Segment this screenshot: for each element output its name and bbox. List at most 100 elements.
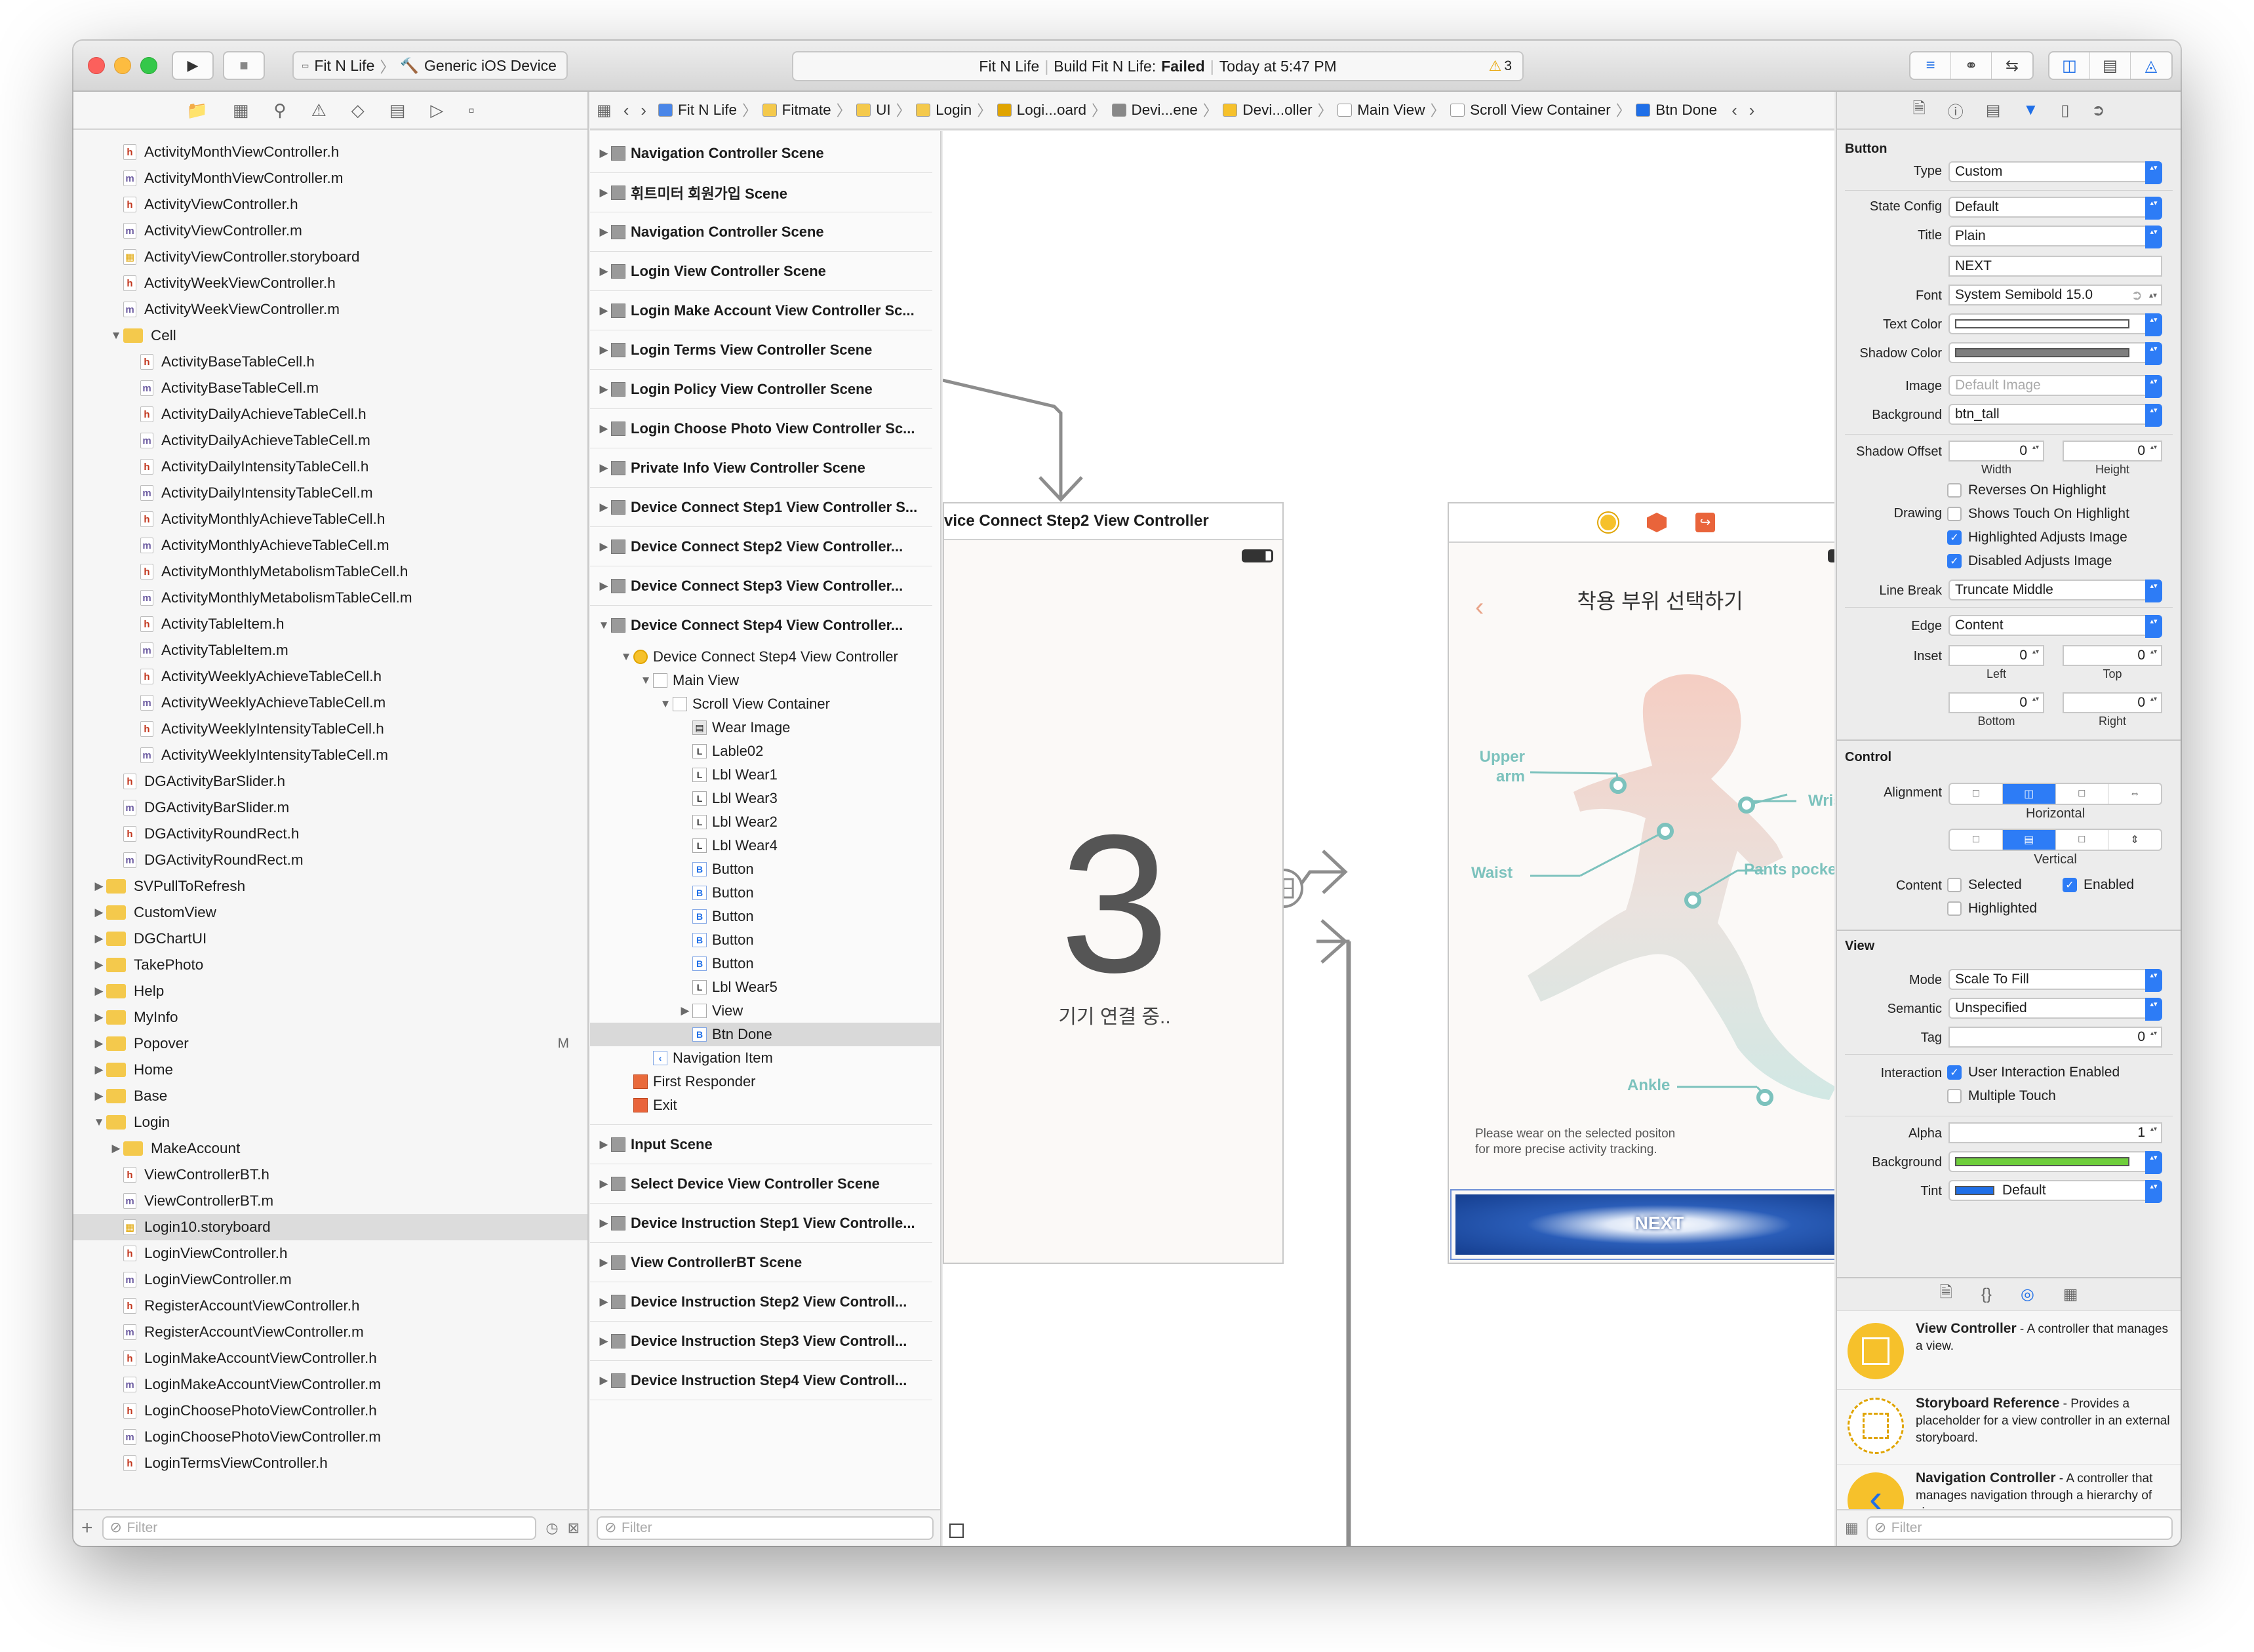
outline-scene[interactable]: ▶ Device Instruction Step1 View Controlle… <box>590 1204 932 1243</box>
file-row[interactable]: h ActivityMonthViewController.h <box>73 139 587 165</box>
disclosure-open-icon[interactable]: ▼ <box>658 698 673 711</box>
file-row[interactable]: m ActivityWeekViewController.m <box>73 296 587 323</box>
step2-scene[interactable]: vice Connect Step2 View Controller 3 기기 … <box>943 502 1284 1264</box>
outline-node[interactable]: Exit <box>590 1093 940 1117</box>
file-row[interactable]: m ActivityTableItem.m <box>73 637 587 663</box>
run-button[interactable]: ▶ <box>172 51 214 80</box>
file-row[interactable]: m ActivityBaseTableCell.m <box>73 375 587 401</box>
standard-editor-icon[interactable]: ≡ <box>1910 52 1951 79</box>
connections-inspector-icon[interactable]: ➲ <box>2091 101 2105 120</box>
outline-node[interactable]: ‹ Navigation Item <box>590 1046 940 1070</box>
file-row[interactable]: m ActivityWeeklyAchieveTableCell.m <box>73 690 587 716</box>
outline-node[interactable]: L Lbl Wear2 <box>590 810 940 834</box>
disclosure-closed-icon[interactable]: ▶ <box>597 186 611 199</box>
file-row[interactable]: h ActivityTableItem.h <box>73 611 587 637</box>
file-row[interactable]: m LoginMakeAccountViewController.m <box>73 1371 587 1398</box>
jump-bar-item[interactable]: UI 〉 <box>856 100 911 121</box>
file-row[interactable]: h ActivityWeeklyAchieveTableCell.h <box>73 663 587 690</box>
disclosure-closed-icon[interactable]: ▶ <box>597 501 611 514</box>
highlighted-checkbox[interactable]: Highlighted <box>1947 901 2037 916</box>
tag-field[interactable]: 0 <box>1948 1027 2162 1048</box>
outline-scene[interactable]: ▶ View ControllerBT Scene <box>590 1243 932 1282</box>
file-row[interactable]: m ActivityDailyAchieveTableCell.m <box>73 427 587 454</box>
file-row[interactable]: ▶ SVPullToRefresh <box>73 873 587 899</box>
align-fill-v-icon[interactable]: ⇕ <box>2108 830 2161 850</box>
disclosure-open-icon[interactable]: ▼ <box>639 674 653 687</box>
step4-scene[interactable]: ↪ ‹ 착용 부위 선택하기 Upper arm Waist Wri Pants… <box>1448 502 1834 1264</box>
file-row[interactable]: m ViewControllerBT.m <box>73 1188 587 1214</box>
minimize-window-button[interactable] <box>114 57 131 74</box>
file-row[interactable]: h DGActivityBarSlider.h <box>73 768 587 795</box>
shadow-color-well[interactable] <box>1948 342 2162 365</box>
inset-right-field[interactable]: 0 <box>2063 692 2162 713</box>
jump-bar-item[interactable]: Devi...ene 〉 <box>1111 100 1217 121</box>
outline-scene[interactable]: ▶ Navigation Controller Scene <box>590 212 932 252</box>
align-bottom-icon[interactable]: □ <box>2056 830 2109 850</box>
file-row[interactable]: ▦ ActivityViewController.storyboard <box>73 244 587 270</box>
disclosure-closed-icon[interactable]: ▶ <box>597 265 611 278</box>
warning-badge[interactable]: ⚠ 3 <box>1489 58 1512 75</box>
outline-scene[interactable]: ▶ Input Scene <box>590 1125 932 1164</box>
file-row[interactable]: h LoginViewController.h <box>73 1240 587 1267</box>
outline-node[interactable]: B Button <box>590 952 940 975</box>
outline-node[interactable]: L Lable02 <box>590 739 940 763</box>
debug-panel-icon[interactable]: ▤ <box>2090 52 2131 79</box>
image-combo[interactable]: Default Image <box>1948 375 2162 398</box>
search-icon[interactable]: ⚲ <box>273 100 286 121</box>
disclosure-closed-icon[interactable]: ▶ <box>597 540 611 553</box>
forward-icon[interactable]: › <box>641 100 646 121</box>
file-row[interactable]: h ActivityViewController.h <box>73 191 587 218</box>
jump-bar-item[interactable]: Fit N Life 〉 <box>658 100 757 121</box>
file-row[interactable]: h ActivityDailyIntensityTableCell.h <box>73 454 587 480</box>
outline-scene[interactable]: ▶ Device Connect Step2 View Controller... <box>590 527 932 566</box>
size-inspector-icon[interactable]: ▯ <box>2061 101 2069 120</box>
file-row[interactable]: ▦ Login10.storyboard <box>73 1214 587 1240</box>
title-mode-popup[interactable]: Plain <box>1948 226 2162 248</box>
outline-scene[interactable]: ▶ Private Info View Controller Scene <box>590 448 932 488</box>
code-snippet-icon[interactable]: {} <box>1981 1286 1992 1304</box>
file-row[interactable]: ▶ Popover M <box>73 1031 587 1057</box>
outline-scene[interactable]: ▶ Login Make Account View Controller Sc..… <box>590 291 932 330</box>
selected-checkbox[interactable]: Selected <box>1947 877 2022 893</box>
related-items-icon[interactable]: ▦ <box>597 101 612 120</box>
jump-bar-item[interactable]: Devi...oller 〉 <box>1223 100 1332 121</box>
disclosure-closed-icon[interactable]: ▶ <box>597 226 611 239</box>
attributes-inspector-icon[interactable]: ▼ <box>2023 101 2038 119</box>
navigator-filter-input[interactable]: Filter <box>102 1516 537 1540</box>
shadow-height-field[interactable]: 0 <box>2063 441 2162 462</box>
file-row[interactable]: ▼ Cell <box>73 323 587 349</box>
jump-bar-item[interactable]: Logi...oard 〉 <box>997 100 1107 121</box>
file-row[interactable]: m RegisterAccountViewController.m <box>73 1319 587 1345</box>
outline-scene[interactable]: ▶ Device Instruction Step2 View Controll.… <box>590 1282 932 1322</box>
file-inspector-icon[interactable]: 🗎 <box>1912 97 1925 124</box>
line-break-popup[interactable]: Truncate Middle <box>1948 580 2162 602</box>
file-row[interactable]: ▼ Login <box>73 1109 587 1135</box>
outline-node[interactable]: ▼ Device Connect Step4 View Controller <box>590 645 940 669</box>
file-row[interactable]: h ActivityMonthlyAchieveTableCell.h <box>73 506 587 532</box>
object-library-icon[interactable]: ◎ <box>2021 1285 2034 1304</box>
outline-scene[interactable]: ▶ Login Terms View Controller Scene <box>590 330 932 370</box>
file-row[interactable]: m ActivityDailyIntensityTableCell.m <box>73 480 587 506</box>
disclosure-closed-icon[interactable]: ▶ <box>597 383 611 396</box>
library-filter-input[interactable]: Filter <box>1866 1516 2173 1540</box>
outline-scene[interactable]: ▶ Device Connect Step3 View Controller... <box>590 566 932 606</box>
multiple-touch-checkbox[interactable]: Multiple Touch <box>1947 1088 2056 1104</box>
panel-toggle[interactable]: ◫ ▤ ◬ <box>2048 51 2173 80</box>
disclosure-open-icon[interactable]: ▼ <box>597 619 611 632</box>
outline-node[interactable]: ▤ Wear Image <box>590 716 940 739</box>
outline-node[interactable]: B Button <box>590 928 940 952</box>
file-row[interactable]: h LoginTermsViewController.h <box>73 1450 587 1475</box>
identity-inspector-icon[interactable]: ▤ <box>1986 101 2001 120</box>
align-top-icon[interactable]: □ <box>1950 830 2003 850</box>
next-issue-icon[interactable]: › <box>1749 100 1755 121</box>
file-row[interactable]: m ActivityMonthViewController.m <box>73 165 587 191</box>
close-window-button[interactable] <box>88 57 105 74</box>
file-row[interactable]: h ActivityWeekViewController.h <box>73 270 587 296</box>
disclosure-closed-icon[interactable]: ▶ <box>92 1011 106 1024</box>
file-row[interactable]: m DGActivityBarSlider.m <box>73 795 587 821</box>
storyboard-canvas[interactable]: vice Connect Step2 View Controller 3 기기 … <box>943 131 1834 1546</box>
file-row[interactable]: h ActivityBaseTableCell.h <box>73 349 587 375</box>
file-row[interactable]: h RegisterAccountViewController.h <box>73 1293 587 1319</box>
disclosure-closed-icon[interactable]: ▶ <box>597 1335 611 1348</box>
disclosure-closed-icon[interactable]: ▶ <box>92 880 106 893</box>
